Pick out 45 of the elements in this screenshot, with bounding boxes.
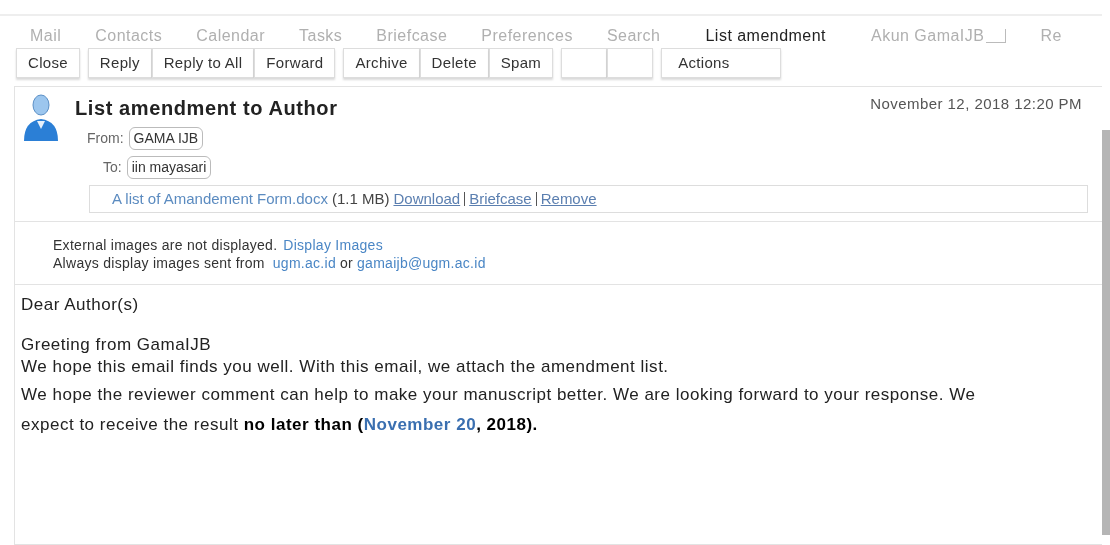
toolbar-button[interactable]: Close [16, 48, 80, 78]
toolbar-button[interactable]: Archive [343, 48, 420, 78]
tab[interactable]: Tasks [282, 24, 360, 48]
body-paragraph: Greeting from GamaIJB [21, 335, 213, 355]
recipient-chip[interactable]: iin mayasari [126, 156, 212, 179]
attachment-link[interactable]: Download [393, 187, 461, 211]
attachment-link[interactable]: Briefcase [469, 187, 532, 211]
display-images-link[interactable]: Display Images [283, 236, 383, 254]
attachment-link[interactable]: Remove [540, 187, 597, 211]
tab[interactable]: Mail [0, 24, 79, 48]
toolbar-button[interactable]: Actions [661, 48, 782, 78]
tab[interactable]: Briefcase [359, 24, 465, 48]
person-icon [21, 93, 61, 143]
tab[interactable]: Preferences [464, 24, 590, 48]
tab-close-box[interactable] [986, 29, 1007, 43]
tab[interactable]: Search [589, 24, 678, 48]
address-link[interactable]: gamaijb@ugm.ac.id [357, 254, 486, 272]
attachment-size: (1.1 MB) [331, 188, 390, 209]
tab[interactable]: Re [1023, 24, 1079, 48]
toolbar-button[interactable]: Spam [488, 48, 554, 78]
or-text: or [340, 254, 353, 272]
scrollbar[interactable] [1102, 130, 1110, 535]
toolbar-button[interactable]: Reply [87, 48, 152, 78]
toolbar-button[interactable]: Reply to All [151, 48, 255, 78]
domain-link[interactable]: ugm.ac.id [272, 254, 336, 272]
attachment-name[interactable]: A list of Amandement Form.docx [112, 187, 328, 211]
toolbar-button[interactable] [561, 48, 608, 78]
toolbar-button[interactable]: Forward [254, 48, 336, 78]
body-paragraph: Dear Author(s) [21, 295, 140, 315]
tab[interactable]: List amendment [677, 24, 855, 48]
body-paragraph: We hope the reviewer comment can help to make your manuscript better. We are looking forward to your response. We [21, 385, 977, 405]
tab[interactable]: Calendar [179, 24, 283, 48]
always-display-text: Always display images sent from [53, 254, 265, 272]
toolbar-button[interactable] [607, 48, 654, 78]
body-paragraph: We hope this email finds you well. With this email, we attach the amendment list. [21, 357, 670, 377]
toolbar-button[interactable]: Delete [419, 48, 489, 78]
body-paragraph: expect to receive the result no later than (November 20, 2018). [21, 415, 539, 435]
message-subject: List amendment to Author [75, 96, 338, 121]
message-date: November 12, 2018 12:20 PM [870, 94, 1082, 114]
sender-chip[interactable]: GAMA IJB [128, 127, 204, 150]
from-label: From: [87, 129, 124, 148]
tab[interactable]: Contacts [78, 24, 180, 48]
tab[interactable]: Akun GamaIJB [854, 24, 1024, 48]
to-label: To: [103, 158, 122, 177]
images-notice: External images are not displayed. [53, 236, 278, 254]
